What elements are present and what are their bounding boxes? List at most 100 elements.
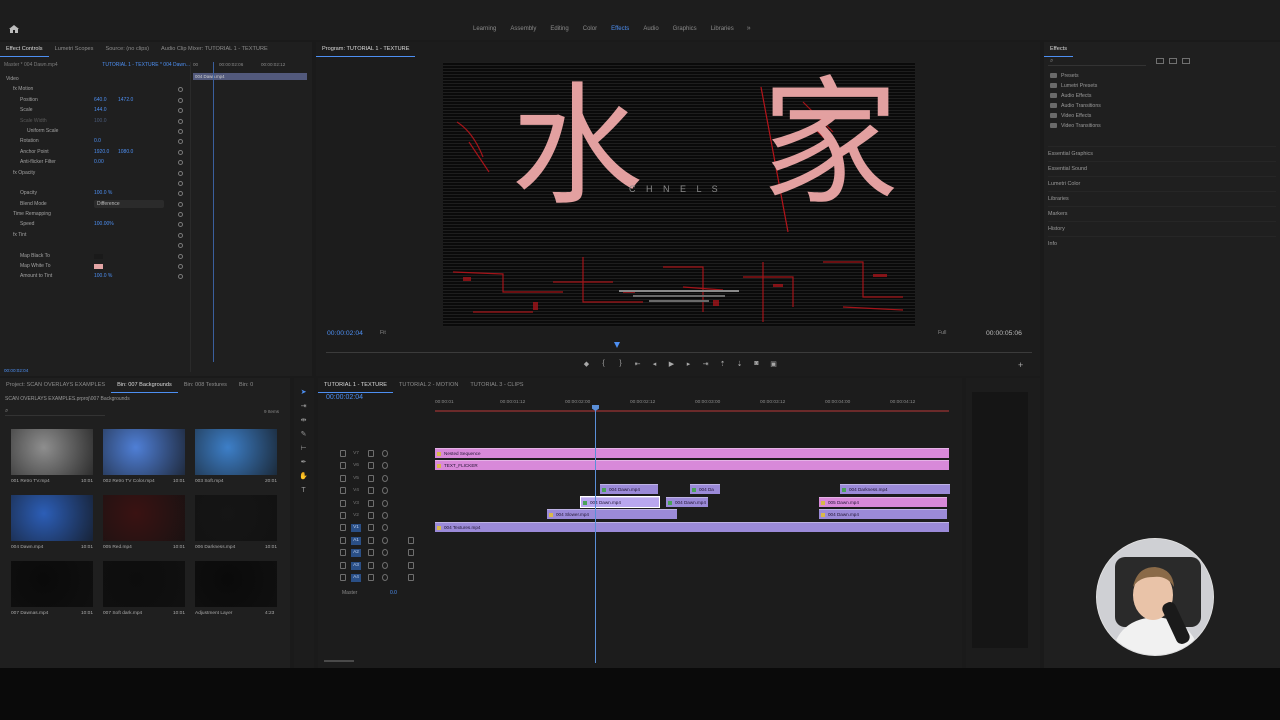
program-playhead[interactable] <box>614 342 620 348</box>
sync-lock-icon[interactable] <box>368 574 374 581</box>
track-name[interactable]: A4 <box>351 574 361 582</box>
eye-icon[interactable] <box>382 487 388 495</box>
eye-icon[interactable] <box>382 462 388 470</box>
track-header[interactable]: V5 <box>318 473 435 485</box>
effect-property-value[interactable]: 100.00% <box>94 219 114 229</box>
workspace-assembly[interactable]: Assembly <box>503 24 543 34</box>
tab-sequence-2[interactable]: TUTORIAL 2 - MOTION <box>393 378 464 392</box>
microphone-icon[interactable] <box>408 549 414 557</box>
tab-effect-controls[interactable]: Effect Controls <box>0 42 49 57</box>
panel-essential-sound[interactable]: Essential Sound <box>1048 161 1276 176</box>
track-header[interactable]: A3 <box>318 560 435 572</box>
lock-icon[interactable] <box>340 487 346 495</box>
effect-property-value-2[interactable]: 1080.0 <box>118 147 133 157</box>
panel-markers[interactable]: Markers <box>1048 206 1276 221</box>
reset-parameter-icon[interactable] <box>178 180 183 186</box>
reset-parameter-icon[interactable] <box>178 87 183 93</box>
effect-property-row[interactable]: Speed 100.00% <box>4 219 188 229</box>
effect-property-row[interactable]: Uniform Scale <box>4 126 188 136</box>
work-area-bar[interactable] <box>435 410 949 412</box>
eye-icon[interactable] <box>382 512 388 519</box>
selection-tool-icon[interactable]: ➤ <box>299 388 308 397</box>
extract-icon[interactable]: ⇣ <box>735 360 744 368</box>
timeline-clip[interactable]: 004 Dawn.mp4 <box>819 509 947 519</box>
color-swatch[interactable] <box>94 264 103 270</box>
microphone-icon[interactable] <box>408 536 414 544</box>
track-header[interactable]: V7 <box>318 448 435 460</box>
timeline-clip[interactable]: 005 Dawn.mp4 <box>819 497 947 507</box>
mute-icon[interactable] <box>382 549 388 557</box>
blend-mode-select[interactable]: Difference <box>94 199 164 208</box>
sync-lock-icon[interactable] <box>368 462 374 470</box>
accelerated-effects-icon[interactable] <box>1156 58 1164 64</box>
reset-parameter-icon[interactable] <box>178 170 183 176</box>
track-header[interactable]: V1 <box>318 522 435 534</box>
panel-history[interactable]: History <box>1048 221 1276 236</box>
sync-lock-icon[interactable] <box>368 487 374 495</box>
lock-icon[interactable] <box>340 499 346 507</box>
effect-property-row[interactable] <box>4 178 188 188</box>
effects-tree-item[interactable]: Audio Transitions <box>1050 101 1101 111</box>
timeline-ruler[interactable]: 00:00:01 00:00:01:12 00:00:02:00 00:00:02:1… <box>435 396 953 410</box>
mute-icon[interactable] <box>382 561 388 569</box>
go-to-in-icon[interactable]: ⇤ <box>633 360 642 368</box>
track-name[interactable]: V1 <box>351 524 361 533</box>
effect-property-row[interactable]: Map Black To <box>4 251 188 261</box>
effect-property-row[interactable]: Scale 144.0 <box>4 105 188 115</box>
timeline-clip[interactable]: 004 Dawn.mp4 <box>600 484 658 494</box>
tab-sequence-3[interactable]: TUTORIAL 3 - CLIPS <box>464 378 529 392</box>
effect-property-value-2[interactable]: 1472.0 <box>118 95 133 105</box>
razor-tool-icon[interactable]: ✎ <box>299 430 308 439</box>
lock-icon[interactable] <box>340 524 346 532</box>
bin-thumbnail[interactable] <box>195 561 277 607</box>
sync-lock-icon[interactable] <box>368 536 374 544</box>
mark-out-icon[interactable]: } <box>616 360 625 368</box>
bin-thumbnail[interactable] <box>11 429 93 475</box>
effect-property-value[interactable]: 640.0 <box>94 95 107 105</box>
workspace-color[interactable]: Color <box>576 24 604 34</box>
reset-parameter-icon[interactable] <box>178 128 183 134</box>
effect-property-value[interactable]: 100.0 % <box>94 271 112 281</box>
ec-clip-bar[interactable]: 004 Dawn.mp4 <box>193 73 307 80</box>
track-name[interactable]: V4 <box>351 487 361 495</box>
effect-property-row[interactable]: Scale Width 100.0 <box>4 116 188 126</box>
export-frame-icon[interactable]: ◙ <box>752 360 761 368</box>
timeline-timecode[interactable]: 00:00:02:04 <box>326 394 363 401</box>
tab-bin-backgrounds[interactable]: Bin: 007 Backgrounds <box>111 378 178 393</box>
reset-parameter-icon[interactable] <box>178 253 183 259</box>
track-header[interactable]: V2 <box>318 510 435 522</box>
workspace-learning[interactable]: Learning <box>466 24 503 34</box>
resolution-select[interactable]: Full <box>938 330 946 336</box>
workspace-libraries[interactable]: Libraries <box>704 24 741 34</box>
microphone-icon[interactable] <box>408 574 414 581</box>
timeline-clip[interactable]: 004 Dawn.mp4 <box>580 496 660 508</box>
mute-icon[interactable] <box>382 536 388 544</box>
sync-lock-icon[interactable] <box>368 450 374 457</box>
master-track-volume[interactable]: 0.0 <box>390 590 397 596</box>
effect-property-row[interactable]: fx Motion <box>4 84 188 94</box>
program-video-frame[interactable]: 水 家 C H N E L S <box>443 62 915 327</box>
effects-tree-item[interactable]: Presets <box>1050 71 1101 81</box>
bin-thumbnail[interactable] <box>103 561 185 607</box>
go-to-out-icon[interactable]: ⇥ <box>701 360 710 368</box>
effect-controls-timecode[interactable]: 00:00:02:04 <box>4 368 28 373</box>
sequence-clip-selector[interactable]: TUTORIAL 1 - TEXTURE * 004 Dawn... <box>102 62 190 70</box>
workspace-effects[interactable]: Effects <box>604 24 636 34</box>
bin-thumbnail[interactable] <box>103 429 185 475</box>
step-back-icon[interactable]: ◂ <box>650 360 659 368</box>
effect-property-row[interactable] <box>4 240 188 250</box>
lift-icon[interactable]: ⇡ <box>718 360 727 368</box>
master-clip-selector[interactable]: Master * 004 Dawn.mp4 <box>4 62 58 70</box>
eye-icon[interactable] <box>382 450 388 457</box>
bin-thumbnail[interactable] <box>11 495 93 541</box>
ec-playhead[interactable] <box>213 62 214 362</box>
tab-bin-textures[interactable]: Bin: 008 Textures <box>178 378 233 392</box>
track-name[interactable]: V3 <box>351 500 361 508</box>
track-name[interactable]: V2 <box>351 512 361 520</box>
tab-sequence-1[interactable]: TUTORIAL 1 - TEXTURE <box>318 378 393 393</box>
more-workspaces-icon[interactable]: » <box>741 24 751 34</box>
mark-in-icon[interactable]: { <box>599 360 608 368</box>
effect-property-row[interactable]: Anchor Point 1920.0 1080.0 <box>4 147 188 157</box>
program-scrub-bar[interactable] <box>326 352 1032 353</box>
reset-parameter-icon[interactable] <box>178 118 183 124</box>
